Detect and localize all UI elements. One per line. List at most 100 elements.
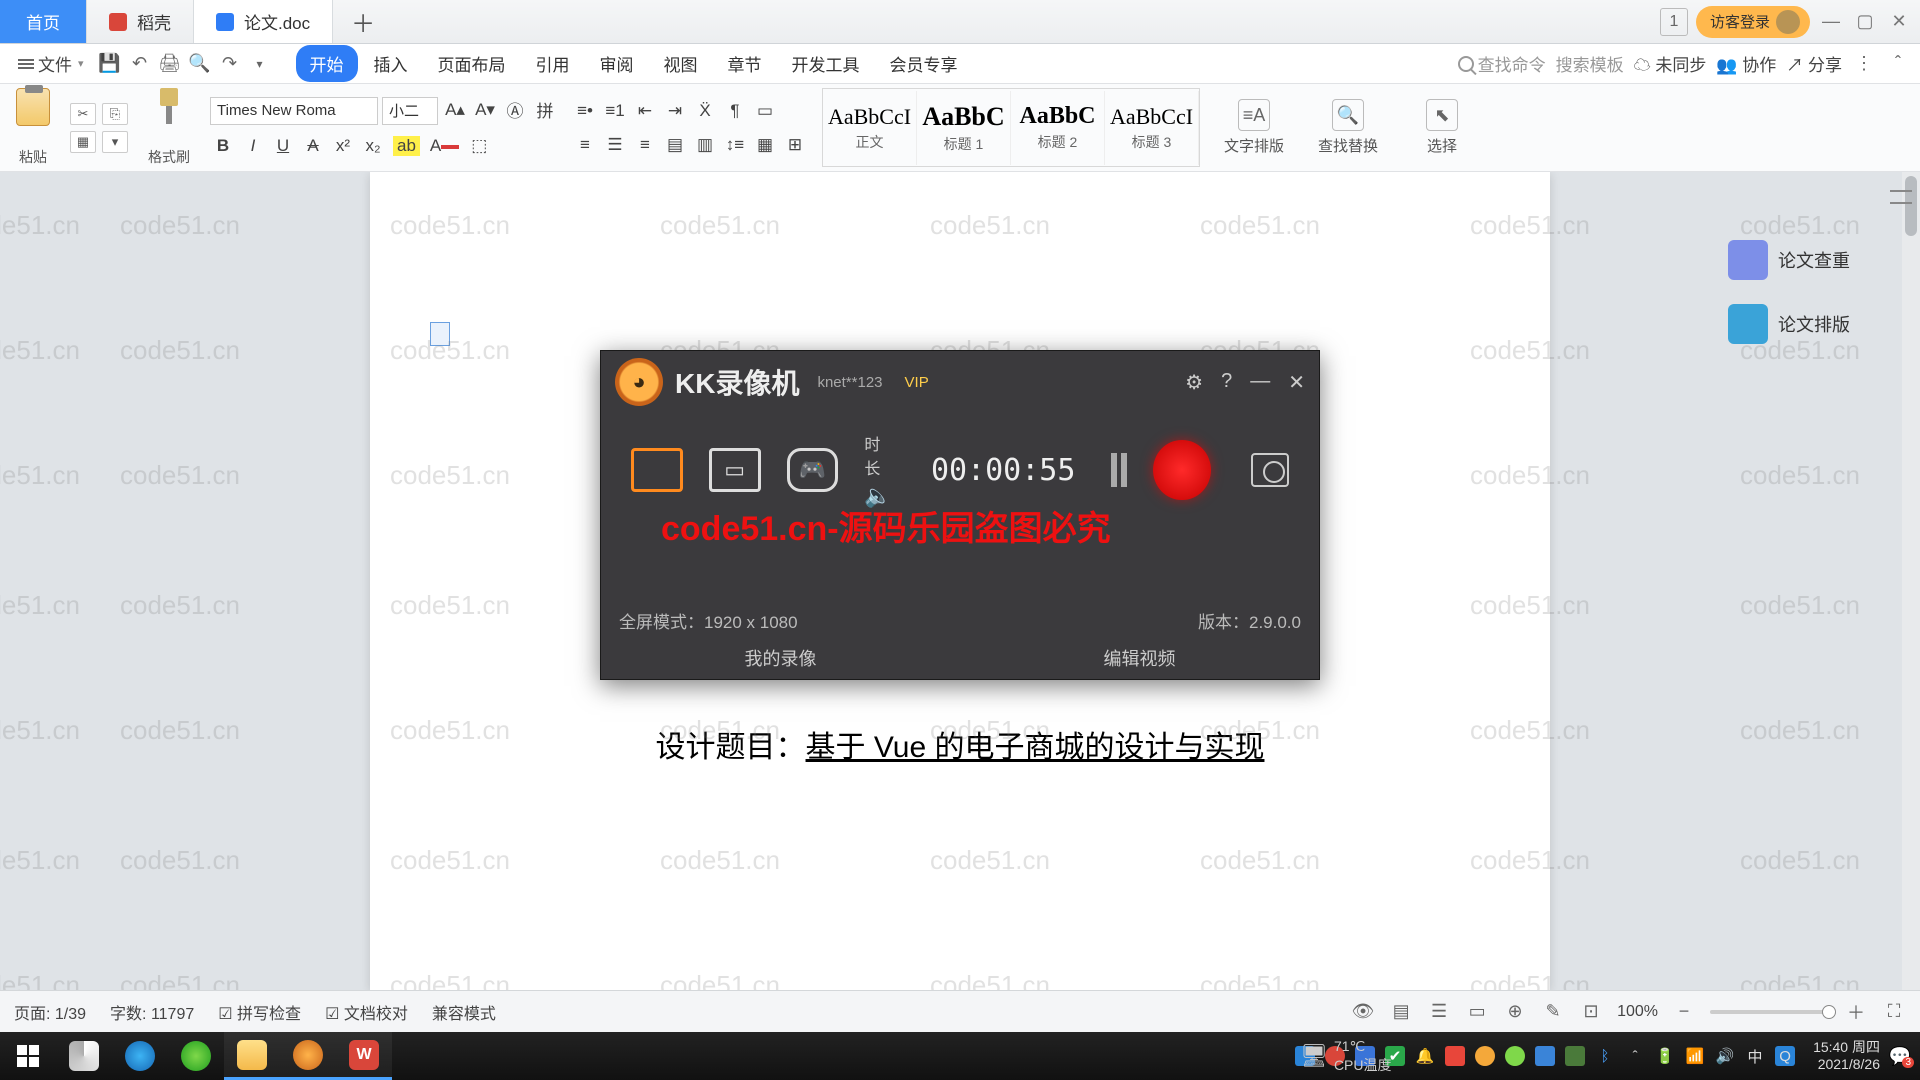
- tabs-button[interactable]: ⊞: [782, 132, 808, 158]
- kk-minimize-icon[interactable]: —: [1250, 370, 1270, 395]
- status-spell[interactable]: ☑ 拼写检查: [218, 1000, 301, 1024]
- tab-home[interactable]: 首页: [0, 0, 87, 43]
- pen-icon[interactable]: ✎: [1541, 1000, 1565, 1024]
- zoom-out-button[interactable]: −: [1672, 1000, 1696, 1024]
- file-menu[interactable]: 文件▾: [10, 49, 92, 78]
- ribbon-tab-review[interactable]: 审阅: [586, 45, 648, 82]
- fit-icon[interactable]: ⊡: [1579, 1000, 1603, 1024]
- sync-status[interactable]: ☁ 未同步: [1634, 51, 1707, 76]
- status-words[interactable]: 字数: 11797: [110, 1000, 194, 1024]
- taskbar-app-1[interactable]: [56, 1032, 112, 1080]
- subscript-button[interactable]: x₂: [360, 133, 386, 159]
- more-icon[interactable]: ⋮: [1852, 52, 1876, 76]
- indent-button[interactable]: ⇥: [662, 98, 688, 124]
- ribbon-tab-insert[interactable]: 插入: [360, 45, 422, 82]
- maximize-button[interactable]: ▢: [1852, 9, 1878, 35]
- preview-icon[interactable]: 🔍: [188, 52, 212, 76]
- clear-format[interactable]: Ⓐ: [502, 97, 528, 123]
- zoom-in-button[interactable]: ＋: [1844, 1000, 1868, 1024]
- strike-button[interactable]: A: [300, 133, 326, 159]
- print-icon[interactable]: 🖨: [158, 52, 182, 76]
- bullets-button[interactable]: ≡•: [572, 98, 598, 124]
- italic-button[interactable]: I: [240, 133, 266, 159]
- tray-wifi-icon[interactable]: 📶: [1685, 1046, 1705, 1066]
- ribbon-tab-view[interactable]: 视图: [650, 45, 712, 82]
- tray-icon[interactable]: [1505, 1046, 1525, 1066]
- tray-bell-icon[interactable]: 🔔: [1415, 1046, 1435, 1066]
- shrink-font[interactable]: A▾: [472, 97, 498, 123]
- phonetic[interactable]: 拼: [532, 97, 558, 123]
- view-web-icon[interactable]: ⊕: [1503, 1000, 1527, 1024]
- grow-font[interactable]: A▴: [442, 97, 468, 123]
- copy-button[interactable]: ⎘: [102, 103, 128, 125]
- shading-button[interactable]: ▦: [752, 132, 778, 158]
- eye-icon[interactable]: 👁: [1351, 1000, 1375, 1024]
- paste-small[interactable]: ▦: [70, 131, 96, 153]
- new-tab-button[interactable]: ＋: [333, 0, 393, 43]
- view-read-icon[interactable]: ▭: [1465, 1000, 1489, 1024]
- status-page[interactable]: 页面: 1/39: [14, 1000, 86, 1024]
- font-size-select[interactable]: 小二: [382, 97, 438, 125]
- ribbon-tab-chapter[interactable]: 章节: [714, 45, 776, 82]
- kk-recorder-window[interactable]: ◕ KK录像机 knet**123 VIP ⚙ ? — ✕ ▭ 🎮 时长 🔈 0…: [600, 350, 1320, 680]
- border-button[interactable]: ▭: [752, 98, 778, 124]
- undo-icon[interactable]: ↶: [128, 52, 152, 76]
- paste-group[interactable]: 粘贴: [10, 88, 56, 167]
- text-layout-button[interactable]: ≡A文字排版: [1214, 88, 1294, 167]
- taskbar-explorer[interactable]: [224, 1032, 280, 1080]
- kk-my-recordings[interactable]: 我的录像: [745, 645, 817, 671]
- view-outline-icon[interactable]: ☰: [1427, 1000, 1451, 1024]
- select-button[interactable]: ⬉选择: [1402, 88, 1482, 167]
- cut-button[interactable]: ✂: [70, 103, 96, 125]
- kk-mode-screen-icon[interactable]: [631, 448, 683, 492]
- format-painter[interactable]: 格式刷: [142, 88, 196, 167]
- collab-button[interactable]: 👥 协作: [1716, 51, 1776, 76]
- ribbon-tab-dev[interactable]: 开发工具: [778, 45, 874, 82]
- collapse-panel-icon[interactable]: [1890, 190, 1912, 204]
- ribbon-tab-vip[interactable]: 会员专享: [876, 45, 972, 82]
- kk-titlebar[interactable]: ◕ KK录像机 knet**123 VIP ⚙ ? — ✕: [601, 351, 1319, 413]
- fullscreen-icon[interactable]: ⛶: [1882, 1000, 1906, 1024]
- superscript-button[interactable]: x²: [330, 133, 356, 159]
- taskbar-kk[interactable]: [280, 1032, 336, 1080]
- tray-volume-icon[interactable]: 🔊: [1715, 1046, 1735, 1066]
- cpu-temp-widget[interactable]: 🖥 71℃CPU温度: [1300, 1038, 1392, 1075]
- view-page-icon[interactable]: ▤: [1389, 1000, 1413, 1024]
- kk-pause-icon[interactable]: [1111, 453, 1127, 487]
- kk-help-icon[interactable]: ?: [1221, 370, 1232, 395]
- sidepanel-item-check[interactable]: 论文查重: [1722, 234, 1912, 286]
- search-command[interactable]: 查找命令: [1458, 51, 1546, 76]
- tab-document[interactable]: 论文.doc: [194, 0, 333, 43]
- tray-bluetooth-icon[interactable]: ᛒ: [1595, 1046, 1615, 1066]
- more-qat-icon[interactable]: ▾: [248, 52, 272, 76]
- login-button[interactable]: 访客登录: [1696, 6, 1810, 38]
- kk-close-icon[interactable]: ✕: [1288, 370, 1305, 395]
- sidepanel-item-format[interactable]: 论文排版: [1722, 298, 1912, 350]
- zoom-slider[interactable]: [1710, 1010, 1830, 1014]
- tray-icon[interactable]: [1535, 1046, 1555, 1066]
- line-spacing[interactable]: ↕≡: [722, 132, 748, 158]
- align-right[interactable]: ≡: [632, 132, 658, 158]
- minimize-button[interactable]: —: [1818, 9, 1844, 35]
- taskbar-wps[interactable]: W: [336, 1032, 392, 1080]
- find-replace-button[interactable]: 🔍查找替换: [1308, 88, 1388, 167]
- tray-ime[interactable]: 中: [1745, 1046, 1765, 1066]
- tray-battery-icon[interactable]: 🔋: [1655, 1046, 1675, 1066]
- outdent-button[interactable]: ⇤: [632, 98, 658, 124]
- taskbar-ie[interactable]: [112, 1032, 168, 1080]
- kk-mode-window-icon[interactable]: ▭: [709, 448, 761, 492]
- ribbon-tab-reference[interactable]: 引用: [522, 45, 584, 82]
- tray-icon[interactable]: [1475, 1046, 1495, 1066]
- kk-settings-icon[interactable]: ⚙: [1185, 370, 1203, 395]
- kk-edit-video[interactable]: 编辑视频: [1104, 645, 1176, 671]
- align-justify[interactable]: ▤: [662, 132, 688, 158]
- style-h2[interactable]: AaBbC标题 2: [1011, 91, 1105, 165]
- style-normal[interactable]: AaBbCcI正文: [823, 91, 917, 165]
- ribbon-tab-start[interactable]: 开始: [296, 45, 358, 82]
- align-distribute[interactable]: ▥: [692, 132, 718, 158]
- showmarks-button[interactable]: ¶: [722, 98, 748, 124]
- highlight-button[interactable]: ab: [390, 133, 423, 159]
- ribbon-tab-layout[interactable]: 页面布局: [424, 45, 520, 82]
- notification-icon[interactable]: 💬3: [1890, 1046, 1910, 1066]
- bold-button[interactable]: B: [210, 133, 236, 159]
